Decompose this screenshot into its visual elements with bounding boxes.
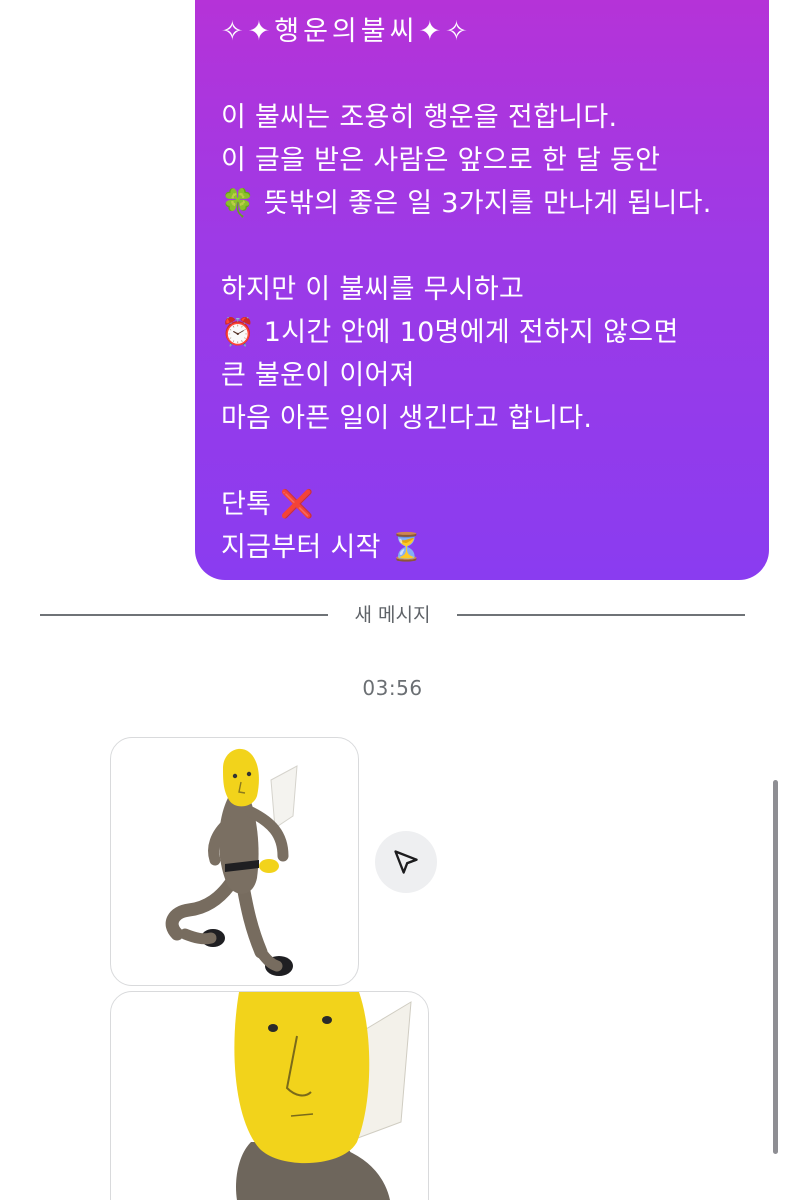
- photo-attachment-2[interactable]: [110, 991, 429, 1200]
- photo-attachment-1[interactable]: [110, 737, 359, 986]
- plush-doll-closeup-image: [234, 992, 412, 1200]
- divider-line-right: [457, 614, 745, 616]
- message-line-blank: [221, 225, 769, 268]
- message-line: 마음 아픈 일이 생긴다고 합니다.: [221, 403, 593, 434]
- send-icon: [394, 850, 418, 874]
- message-line: 지금부터 시작 ⏳: [221, 532, 424, 563]
- message-line: ⏰ 1시간 안에 10명에게 전하지 않으면: [221, 317, 679, 348]
- new-messages-label: 새 메시지: [354, 604, 431, 626]
- scrollbar[interactable]: [773, 780, 778, 1154]
- message-line: 하지만 이 불씨를 무시하고: [221, 274, 525, 305]
- message-line: 단톡 ❌: [221, 489, 315, 520]
- message-line: 큰 불운이 이어져: [221, 360, 415, 391]
- share-button[interactable]: [375, 831, 437, 893]
- message-line-blank: [221, 53, 769, 96]
- message-bubble[interactable]: ✧✦행운의불씨✦✧ 이 불씨는 조용히 행운을 전합니다. 이 글을 받은 사람…: [195, 0, 769, 580]
- chat-screen: ✧✦행운의불씨✦✧ 이 불씨는 조용히 행운을 전합니다. 이 글을 받은 사람…: [0, 0, 785, 1200]
- plush-doll-image: [165, 748, 298, 976]
- divider-line-left: [40, 614, 328, 616]
- message-line-title: ✧✦행운의불씨✦✧: [221, 16, 472, 47]
- message-line: 이 불씨는 조용히 행운을 전합니다.: [221, 102, 618, 133]
- message-line-blank: [221, 440, 769, 483]
- message-timestamp: 03:56: [362, 676, 423, 700]
- message-line: 이 글을 받은 사람은 앞으로 한 달 동안: [221, 145, 661, 176]
- message-line: 🍀 뜻밖의 좋은 일 3가지를 만나게 됩니다.: [221, 188, 712, 219]
